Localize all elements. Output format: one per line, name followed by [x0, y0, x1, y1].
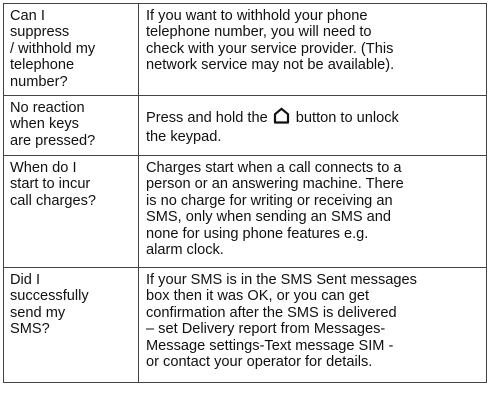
faq-question: Can I suppress / withhold my telephone n… [3, 3, 139, 96]
faq-question: No reaction when keys are pressed? [3, 95, 139, 156]
faq-answer: If you want to withhold your phone telep… [138, 3, 487, 96]
faq-question: When do I start to incur call charges? [3, 155, 139, 268]
faq-answer: If your SMS is in the SMS Sent messages … [138, 267, 487, 383]
house-icon [273, 107, 290, 128]
faq-answer: Press and hold the button to unlock the … [138, 95, 487, 156]
faq-answer-text: Press and hold the [146, 110, 272, 127]
faq-table: Can I suppress / withhold my telephone n… [3, 3, 487, 383]
faq-row-call-charges: When do I start to incur call charges? C… [3, 155, 487, 268]
faq-row-sms-sent: Did I successfully send my SMS? If your … [3, 267, 487, 383]
faq-question: Did I successfully send my SMS? [3, 267, 139, 383]
faq-row-keypad: No reaction when keys are pressed? Press… [3, 95, 487, 156]
faq-row-withhold-number: Can I suppress / withhold my telephone n… [3, 3, 487, 96]
faq-answer: Charges start when a call connects to a … [138, 155, 487, 268]
